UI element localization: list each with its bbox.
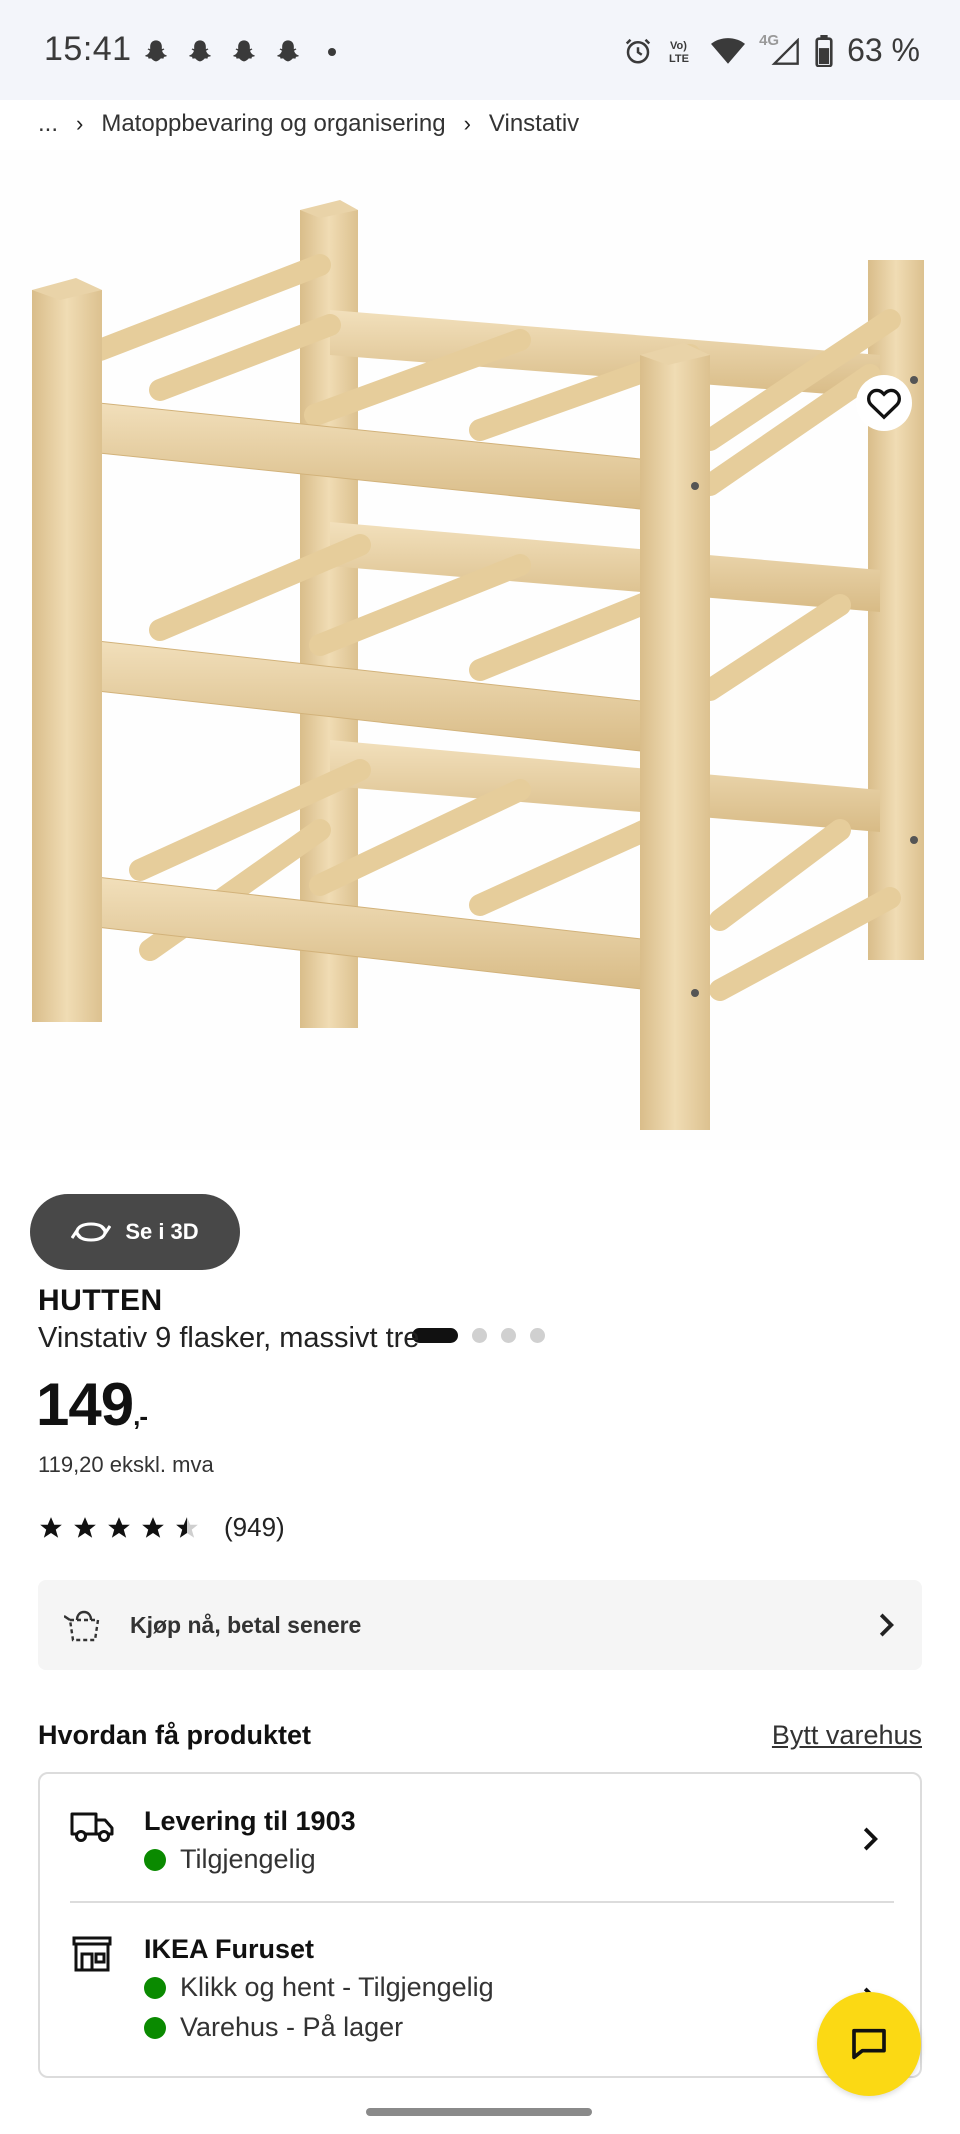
rotate-3d-icon xyxy=(71,1222,112,1242)
4g-signal-icon: 4G xyxy=(759,32,801,66)
pay-later-label: Kjøp nå, betal senere xyxy=(130,1611,362,1638)
truck-icon xyxy=(70,1812,114,1842)
gallery-pagination xyxy=(412,1328,545,1343)
favorite-button[interactable] xyxy=(856,375,912,431)
svg-text:LTE: LTE xyxy=(669,53,689,65)
chevron-right-icon xyxy=(863,1827,878,1851)
notification-icons xyxy=(142,38,336,66)
divider xyxy=(70,1901,894,1903)
system-icons: Vo) LTE 4G 63 % xyxy=(623,32,920,69)
see-in-3d-label: Se i 3D xyxy=(125,1219,199,1244)
star-full-icon xyxy=(74,1516,96,1538)
price-value: 149 xyxy=(36,1371,134,1438)
product-image[interactable] xyxy=(0,150,960,1150)
status-time: 15:41 xyxy=(44,30,132,68)
change-store-link[interactable]: Bytt varehus xyxy=(772,1720,922,1751)
status-bar: 15:41 Vo) LTE 4G 63 % xyxy=(0,0,960,100)
price-suffix: ,- xyxy=(133,1401,148,1431)
pay-later-banner[interactable]: Kjøp nå, betal senere xyxy=(38,1580,922,1670)
breadcrumb: ... › Matoppbevaring og organisering › V… xyxy=(38,110,579,138)
delivery-option[interactable]: Levering til 1903 Tilgjengelig xyxy=(70,1806,890,1916)
chevron-right-icon xyxy=(879,1613,894,1637)
product-rating[interactable]: (949) xyxy=(38,1512,285,1543)
alarm-icon xyxy=(625,38,651,63)
battery-icon xyxy=(815,34,833,67)
chat-bubble-icon xyxy=(852,2028,886,2060)
gallery-dot[interactable] xyxy=(501,1328,516,1343)
star-full-icon xyxy=(40,1516,62,1538)
wifi-icon xyxy=(711,37,746,64)
click-collect-label: Klikk og hent - Tilgjengelig xyxy=(180,1972,494,2002)
product-description: Vinstativ 9 flasker, massivt tre xyxy=(38,1322,420,1354)
available-dot xyxy=(144,1976,166,1999)
snapchat-icon xyxy=(233,40,255,62)
snapchat-icon xyxy=(145,40,167,62)
chat-button[interactable] xyxy=(817,1992,921,2096)
battery-percent: 63 % xyxy=(847,32,920,68)
delivery-status: Tilgjengelig xyxy=(144,1844,316,1875)
in-store-label: Varehus - På lager xyxy=(180,2012,404,2042)
store-icon xyxy=(72,1936,112,1972)
see-in-3d-button[interactable]: Se i 3D xyxy=(30,1194,240,1270)
breadcrumb-ellipsis[interactable]: ... xyxy=(38,110,58,138)
chevron-right-icon: › xyxy=(463,111,471,136)
snapchat-icon xyxy=(189,40,211,62)
click-collect-status: Klikk og hent - Tilgjengelig xyxy=(144,1972,494,2003)
price-ex-vat: 119,20 ekskl. mva xyxy=(38,1452,214,1477)
snapchat-icon xyxy=(277,40,299,62)
shopping-bag-icon xyxy=(64,1610,100,1642)
home-indicator[interactable] xyxy=(366,2108,592,2116)
product-name: HUTTEN xyxy=(38,1284,163,1317)
heart-icon xyxy=(867,388,901,420)
breadcrumb-item-wine-racks[interactable]: Vinstativ xyxy=(489,110,579,138)
review-count[interactable]: (949) xyxy=(224,1512,285,1543)
chevron-right-icon: › xyxy=(76,111,84,136)
product-price: 149,- xyxy=(36,1370,148,1439)
more-notifications-dot xyxy=(328,48,336,56)
store-option[interactable]: IKEA Furuset Klikk og hent - Tilgjengeli… xyxy=(70,1934,890,2074)
gallery-dot[interactable] xyxy=(472,1328,487,1343)
star-full-icon xyxy=(142,1516,164,1538)
available-dot xyxy=(144,1848,166,1871)
in-stock-dot xyxy=(144,2016,166,2039)
product-gallery[interactable]: Se i 3D xyxy=(0,150,960,1343)
store-title: IKEA Furuset xyxy=(144,1934,315,1964)
star-full-icon xyxy=(108,1516,130,1538)
volte-icon: Vo)LTE xyxy=(669,40,689,65)
delivery-status-label: Tilgjengelig xyxy=(180,1844,316,1874)
gallery-dot[interactable] xyxy=(530,1328,545,1343)
how-to-get-title: Hvordan få produktet xyxy=(38,1720,312,1750)
breadcrumb-item-food-storage[interactable]: Matoppbevaring og organisering xyxy=(101,110,445,138)
fulfillment-options: Levering til 1903 Tilgjengelig IKEA Furu… xyxy=(38,1772,922,2078)
star-half-icon xyxy=(176,1516,198,1538)
svg-text:Vo): Vo) xyxy=(670,40,687,52)
in-store-status: Varehus - På lager xyxy=(144,2012,403,2043)
delivery-title: Levering til 1903 xyxy=(144,1806,356,1836)
